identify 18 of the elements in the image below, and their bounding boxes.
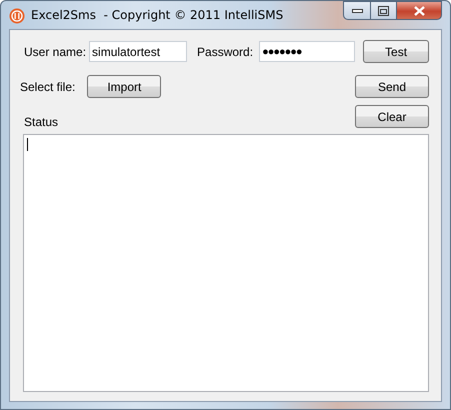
- window-title: Excel2Sms - Copyright © 2011 IntelliSMS: [31, 8, 284, 22]
- send-button[interactable]: Send: [355, 75, 429, 98]
- maximize-button[interactable]: [370, 1, 396, 20]
- close-button[interactable]: [396, 1, 442, 20]
- user-name-field[interactable]: simulatortest: [89, 41, 188, 62]
- user-name-label: User name:: [24, 44, 86, 58]
- maximize-icon: [378, 6, 389, 16]
- password-field[interactable]: ●●●●●●●: [259, 41, 356, 62]
- select-file-label: Select file:: [20, 80, 76, 94]
- password-label: Password:: [197, 44, 254, 58]
- test-button[interactable]: Test: [363, 40, 429, 63]
- status-label: Status: [24, 115, 58, 129]
- clear-button[interactable]: Clear: [355, 105, 429, 128]
- app-icon: [9, 8, 25, 24]
- minimize-icon: [352, 8, 362, 12]
- close-icon: [414, 6, 424, 16]
- import-button[interactable]: Import: [87, 75, 162, 98]
- minimize-button[interactable]: [343, 1, 370, 20]
